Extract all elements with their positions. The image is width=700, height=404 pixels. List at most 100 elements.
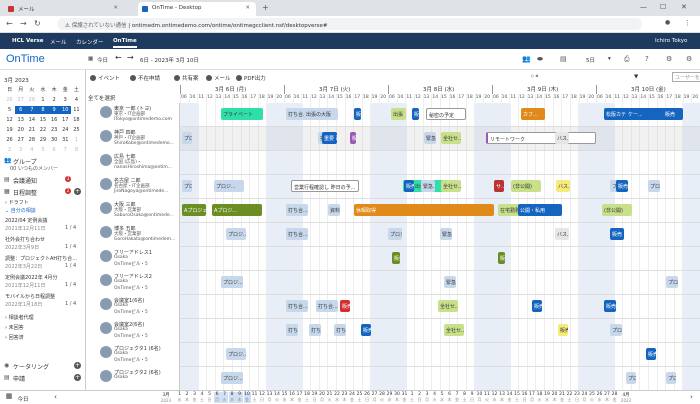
- bottom-day[interactable]: 11 火: [484, 392, 491, 403]
- bottom-day[interactable]: 4火: [431, 392, 438, 403]
- calendar-event[interactable]: バス...: [555, 228, 569, 240]
- calendar-day[interactable]: 4: [26, 146, 37, 154]
- bottom-day[interactable]: 18 土: [304, 392, 311, 403]
- bottom-day[interactable]: 12 水: [491, 392, 498, 403]
- add-request-button[interactable]: +: [74, 374, 81, 381]
- calendar-event[interactable]: リモートワーク: [486, 132, 596, 144]
- bottom-day[interactable]: 12 日: [259, 392, 266, 403]
- help-icon[interactable]: ?: [645, 55, 649, 63]
- bottom-day[interactable]: 24 月: [581, 392, 588, 403]
- calendar-day[interactable]: 29: [37, 136, 48, 144]
- calendar-day[interactable]: 8: [71, 146, 82, 154]
- bottom-day[interactable]: 1土: [409, 392, 416, 403]
- calendar-day[interactable]: 27: [15, 96, 26, 104]
- calendar-day[interactable]: 31: [60, 136, 71, 144]
- bottom-day[interactable]: 27 月: [371, 392, 378, 403]
- calendar-event[interactable]: プロジ...: [221, 276, 243, 288]
- calendar-day[interactable]: 26: [4, 96, 15, 104]
- calendar-event[interactable]: 販売: [663, 108, 683, 120]
- bottom-day[interactable]: 17 金: [296, 392, 303, 403]
- pdf-button[interactable]: PDF出力: [236, 74, 266, 82]
- gear-icon[interactable]: ⚙: [686, 55, 692, 63]
- person-info[interactable]: 大阪 三郎 大阪・営業部 SaburoOsaka@ontimede...: [86, 199, 180, 223]
- bottom-day[interactable]: 2木: [184, 392, 191, 403]
- request[interactable]: 申請: [13, 374, 25, 383]
- calendar-day[interactable]: 6: [49, 146, 60, 154]
- calendar-event[interactable]: 出張の大阪: [304, 108, 338, 120]
- calendar-event[interactable]: バス...: [555, 132, 569, 144]
- calendar-event[interactable]: 打ち合...: [309, 324, 321, 336]
- bottom-day[interactable]: 19 日: [311, 392, 318, 403]
- person-info[interactable]: 博多 五郎 大阪・営業部 GoroHakata@ontimedem...: [86, 223, 180, 247]
- calendar-event[interactable]: プロジ...: [214, 180, 244, 192]
- bottom-day[interactable]: 19 水: [544, 392, 551, 403]
- calendar-event[interactable]: 打ち合...: [316, 300, 338, 312]
- bottom-day[interactable]: 18 火: [536, 392, 543, 403]
- answered[interactable]: › 回答済: [5, 334, 24, 341]
- calendar-event[interactable]: プロジ...: [221, 372, 243, 384]
- bottom-day[interactable]: 1水: [176, 392, 183, 403]
- add-adjust-button[interactable]: +: [74, 188, 81, 195]
- bottom-day[interactable]: 6木: [446, 392, 453, 403]
- calendar-event[interactable]: プロジ...: [626, 372, 636, 384]
- person-info[interactable]: 神戸 四郎 神戸・IT企画部 ShiroKobe@ontimedemo...: [86, 127, 180, 151]
- adjust-item[interactable]: モバイルから日程調整: [5, 293, 55, 300]
- calendar-event[interactable]: (非公開): [602, 204, 632, 216]
- calendar-event[interactable]: 販売: [616, 180, 628, 192]
- meeting-notice[interactable]: 会議通知: [13, 176, 37, 185]
- user-name[interactable]: Ichiro Tokyo: [655, 38, 687, 44]
- bottom-day[interactable]: 25 火: [589, 392, 596, 403]
- bottom-day[interactable]: 3月: [424, 392, 431, 403]
- calendar-event[interactable]: 緊急...: [421, 180, 435, 192]
- bottom-day[interactable]: 22 土: [566, 392, 573, 403]
- calendar-event[interactable]: 緊急...: [444, 276, 456, 288]
- select-all[interactable]: 全てを選択: [88, 94, 115, 102]
- bottom-day[interactable]: 20 木: [551, 392, 558, 403]
- add-catering-button[interactable]: +: [74, 362, 81, 369]
- bottom-day[interactable]: 9日: [469, 392, 476, 403]
- calendar-day[interactable]: 20: [15, 126, 26, 134]
- calendar-event[interactable]: 販売: [412, 108, 419, 120]
- calendar-day[interactable]: 24: [60, 126, 71, 134]
- calendar-event[interactable]: 資料: [328, 204, 340, 216]
- absence-button[interactable]: 不在申請: [130, 74, 160, 82]
- calendar-event[interactable]: プロジ...: [610, 324, 622, 336]
- calendar-day[interactable]: 26: [4, 136, 15, 144]
- calendar-icon[interactable]: ▦: [4, 392, 14, 400]
- calendar-day[interactable]: 13: [15, 116, 26, 124]
- mail-button[interactable]: メール: [206, 74, 231, 82]
- bottom-day[interactable]: 6月: [213, 392, 221, 403]
- calendar-day[interactable]: 7: [26, 106, 38, 114]
- person-info[interactable]: 会議室1(6名) Osaka OnTimeビル・5: [86, 295, 180, 319]
- calendar-event[interactable]: 販売: [392, 252, 400, 264]
- calendar-event[interactable]: ケー...: [626, 108, 642, 120]
- calendar-icon[interactable]: ▦: [88, 56, 93, 62]
- people-icon[interactable]: 👥: [522, 55, 531, 63]
- settings-icon[interactable]: ⚙: [666, 55, 672, 63]
- calendar-day[interactable]: 2: [49, 96, 60, 104]
- calendar-event[interactable]: (非公開): [511, 180, 541, 192]
- person-info[interactable]: 広島 七郎 全国 (広島)・ nanasHiroshima@ontim...: [86, 151, 180, 175]
- calendar-day[interactable]: 17: [60, 116, 71, 124]
- bottom-day[interactable]: 8土: [461, 392, 468, 403]
- my-consult[interactable]: ⌄ 自分の相談: [5, 207, 36, 214]
- calendar-day[interactable]: 2: [4, 146, 15, 154]
- bottom-day[interactable]: 30 木: [394, 392, 401, 403]
- calendar-day[interactable]: 5: [4, 106, 15, 114]
- search-filter-icon[interactable]: ▼: [634, 74, 638, 80]
- calendar-event[interactable]: 打ち合...: [286, 204, 308, 216]
- reload-icon[interactable]: ↻: [34, 19, 41, 28]
- bottom-day[interactable]: 20 月: [319, 392, 326, 403]
- calendar-day[interactable]: 1: [37, 96, 48, 104]
- bottom-day[interactable]: 28 金: [611, 392, 618, 403]
- user-search-input[interactable]: ユーザーを検索: [672, 72, 700, 82]
- calendar-event[interactable]: 販売: [610, 228, 624, 240]
- calendar-day[interactable]: 19: [4, 126, 15, 134]
- bottom-day[interactable]: 8水: [228, 392, 236, 403]
- bottom-day[interactable]: 23 日: [574, 392, 581, 403]
- forward-icon[interactable]: →: [20, 19, 27, 28]
- bottom-day[interactable]: 17 月: [529, 392, 536, 403]
- calendar-event[interactable]: 休暇取得: [354, 204, 494, 216]
- bottom-day[interactable]: 11 土: [251, 392, 258, 403]
- calendar-event[interactable]: プロジ...: [648, 180, 660, 192]
